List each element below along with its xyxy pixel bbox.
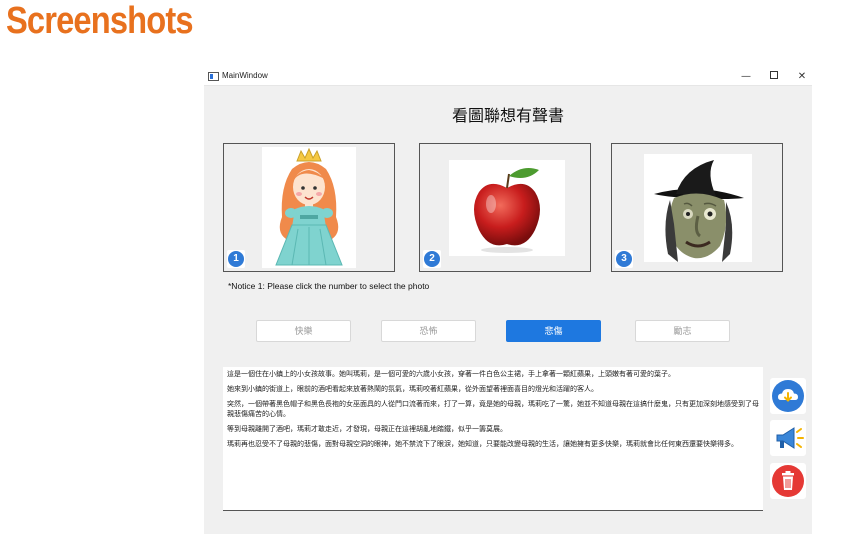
- maximize-button[interactable]: [762, 69, 786, 84]
- page-heading: Screenshots: [6, 0, 194, 42]
- photo-frame-2: 2: [419, 143, 591, 272]
- photo-number-3: 3: [616, 251, 632, 267]
- apple-photo: [449, 160, 565, 256]
- story-paragraph: 瑪莉再也忍受不了母親的悲傷，面對母親空洞的眼神，她不禁流下了眼淚，她知道，只要能…: [227, 440, 738, 448]
- photo-frame-3: 3: [611, 143, 783, 272]
- photo-number-button-1[interactable]: 1: [227, 250, 245, 268]
- princess-image: [275, 147, 343, 266]
- megaphone-icon: [776, 427, 804, 449]
- witch-photo: [644, 154, 752, 262]
- title-bar: MainWindow — ✕: [204, 68, 812, 86]
- witch-image: [654, 160, 744, 262]
- princess-photo: [262, 147, 356, 268]
- photo-frame-1: 1: [223, 143, 395, 272]
- apple-image: [474, 168, 540, 253]
- story-paragraph: 突然，一個帶著黑色帽子和黑色長袍的女巫面具的人從門口流著而來，打了一算，竟是她的…: [227, 400, 759, 418]
- category-button-horror[interactable]: 恐怖: [381, 320, 476, 342]
- photo-number-button-2[interactable]: 2: [423, 250, 441, 268]
- window-app-icon: [208, 72, 219, 81]
- story-paragraph: 等到母親離開了酒吧，瑪莉才敢走近，才發現，母親正在這裡胡亂地踏鐵，似乎一籌莫展。: [227, 425, 507, 433]
- photo-number-1: 1: [228, 251, 244, 267]
- photo-number-2: 2: [424, 251, 440, 267]
- app-title: 看圖聯想有聲書: [451, 106, 564, 125]
- category-button-inspiring[interactable]: 勵志: [635, 320, 730, 342]
- delete-button[interactable]: [770, 463, 806, 499]
- photo-number-button-3[interactable]: 3: [615, 250, 633, 268]
- category-button-happy[interactable]: 快樂: [256, 320, 351, 342]
- minimize-button[interactable]: —: [734, 69, 758, 84]
- story-paragraph: 她來到小鎮的街道上，眼前的酒吧看起來放著熱鬧的氛氣，瑪莉咬著紅蘋果，從外面望著裡…: [227, 385, 598, 393]
- story-text-area[interactable]: 這是一個住在小鎮上的小女孩故事。她叫瑪莉，是一個可愛的六歲小女孩，穿著一件白色公…: [223, 367, 763, 511]
- window-title: MainWindow: [222, 71, 268, 80]
- category-button-sad[interactable]: 悲傷: [506, 320, 601, 342]
- download-audio-button[interactable]: [770, 378, 806, 414]
- main-window: MainWindow — ✕ 看圖聯想有聲書 1 2 3 *Notice 1: …: [204, 68, 812, 534]
- trash-icon: [772, 465, 804, 497]
- cloud-download-icon: [772, 380, 804, 412]
- story-paragraph: 這是一個住在小鎮上的小女孩故事。她叫瑪莉，是一個可愛的六歲小女孩，穿著一件白色公…: [227, 370, 675, 378]
- close-button[interactable]: ✕: [790, 69, 814, 84]
- maximize-icon: [770, 71, 778, 79]
- notice-text: *Notice 1: Please click the number to se…: [228, 281, 430, 291]
- speak-button[interactable]: [770, 420, 806, 456]
